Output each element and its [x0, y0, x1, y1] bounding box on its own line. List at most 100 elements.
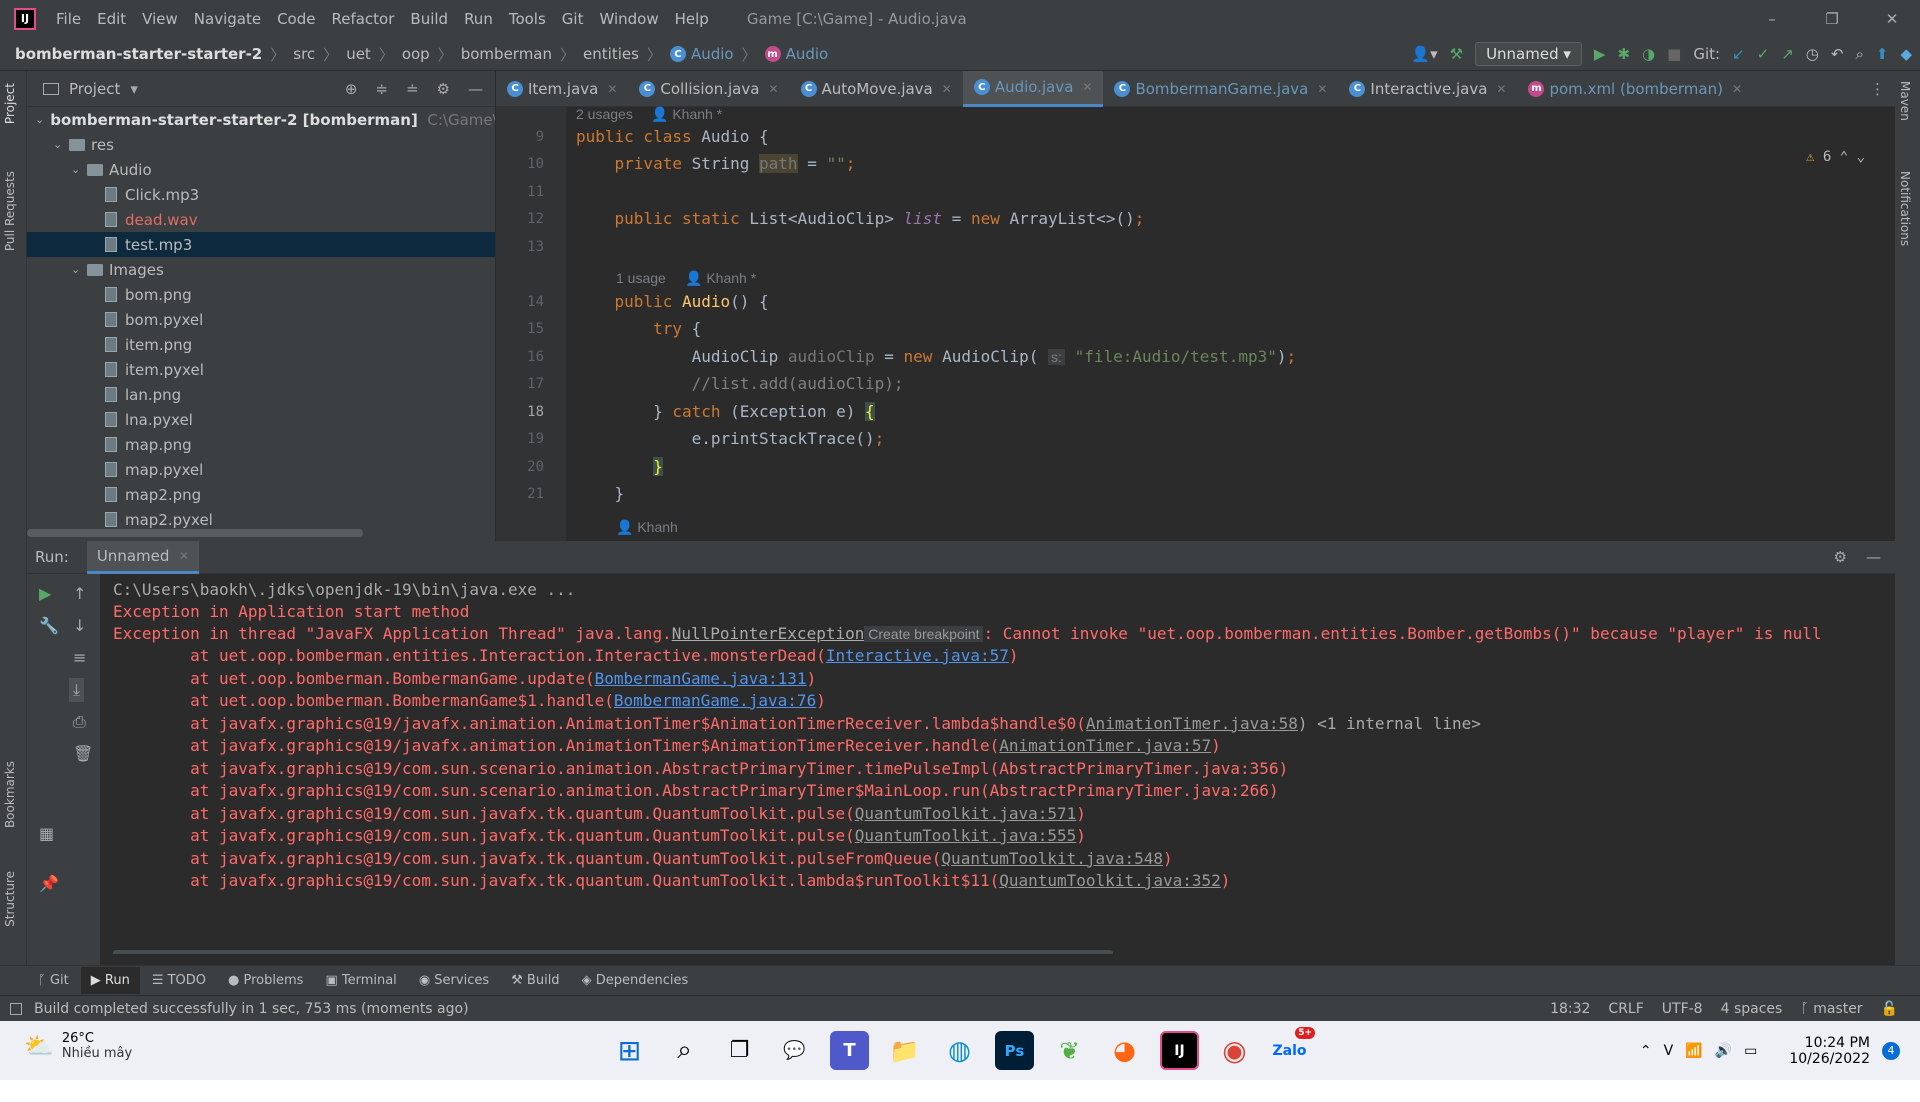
tree-file[interactable]: map.png	[27, 432, 495, 457]
edge-icon[interactable]: ◍	[940, 1031, 979, 1070]
editor-tab[interactable]: C Item.java ✕	[496, 71, 628, 107]
close-icon[interactable]: ✕	[607, 82, 617, 96]
gear-icon[interactable]: ⚙	[437, 80, 450, 98]
up-icon[interactable]: ↑	[73, 584, 86, 603]
rollback-icon[interactable]: ↶	[1831, 45, 1844, 63]
intellij-icon[interactable]: IJ	[1160, 1031, 1199, 1070]
close-icon[interactable]: ✕	[768, 82, 778, 96]
user-icon[interactable]: 👤▾	[1411, 45, 1437, 63]
menu-code[interactable]: Code	[277, 10, 315, 28]
project-tool-tab[interactable]: Project	[3, 83, 17, 124]
tree-file[interactable]: map.pyxel	[27, 457, 495, 482]
breadcrumb-audio-class[interactable]: Audio	[691, 45, 734, 63]
coverage-icon[interactable]: ◑	[1642, 45, 1655, 63]
chrome-icon[interactable]: ◉	[1215, 1031, 1254, 1070]
menu-refactor[interactable]: Refactor	[331, 10, 394, 28]
history-icon[interactable]: ◷	[1806, 45, 1819, 63]
trash-icon[interactable]: 🗑	[73, 744, 93, 763]
source-link[interactable]: AnimationTimer.java:57	[999, 736, 1211, 755]
editor-tab[interactable]: C Interactive.java ✕	[1338, 71, 1517, 107]
close-icon[interactable]: ✕	[1317, 82, 1327, 96]
expand-all-icon[interactable]: ≑	[375, 80, 388, 98]
editor-tab[interactable]: C Collision.java ✕	[628, 71, 789, 107]
git-tab[interactable]: ᚵ Git	[38, 973, 69, 988]
photoshop-icon[interactable]: Ps	[995, 1031, 1034, 1070]
hide-panel-icon[interactable]: —	[1866, 548, 1881, 566]
run-icon[interactable]: ▶	[1594, 45, 1606, 63]
git-branch[interactable]: ᚵ master	[1800, 1001, 1862, 1017]
restore-button[interactable]: ❐	[1812, 0, 1852, 37]
file-explorer-icon[interactable]: 📁	[885, 1031, 924, 1070]
tree-folder[interactable]: ⌄ Audio	[27, 157, 495, 182]
search-icon[interactable]: ⌕	[1855, 45, 1863, 63]
tree-file[interactable]: item.png	[27, 332, 495, 357]
terminal-tab[interactable]: ▣ Terminal	[325, 973, 396, 988]
locate-icon[interactable]: ⊕	[345, 80, 358, 98]
usages-hint[interactable]: 2 usages	[576, 106, 633, 122]
teams-icon[interactable]: T	[830, 1031, 869, 1070]
stop-icon[interactable]: ■	[1667, 45, 1681, 63]
menu-view[interactable]: View	[142, 10, 178, 28]
author-hint[interactable]: 👤 Khanh *	[685, 270, 756, 287]
pull-requests-tool-tab[interactable]: Pull Requests	[3, 171, 17, 251]
create-breakpoint-button[interactable]: Create breakpoint	[864, 626, 984, 642]
tree-file[interactable]: map2.png	[27, 482, 495, 507]
git-push-icon[interactable]: ↗	[1781, 45, 1794, 63]
editor-tab[interactable]: m pom.xml (bomberman) ✕	[1517, 71, 1753, 107]
project-view-select[interactable]: Project	[69, 80, 120, 98]
menu-edit[interactable]: Edit	[97, 10, 126, 28]
menu-git[interactable]: Git	[562, 10, 584, 28]
source-link[interactable]: QuantumToolkit.java:555	[855, 826, 1077, 845]
breadcrumb-src[interactable]: src	[293, 45, 315, 63]
close-icon[interactable]: ✕	[1732, 82, 1742, 96]
notifications-tool-tab[interactable]: Notifications	[1898, 171, 1912, 246]
tree-file[interactable]: dead.wav	[27, 207, 495, 232]
source-link[interactable]: QuantumToolkit.java:548	[941, 849, 1163, 868]
indent-setting[interactable]: 4 spaces	[1721, 1001, 1783, 1017]
run-config-select[interactable]: Unnamed ▾	[1475, 42, 1582, 66]
source-link[interactable]: BombermanGame.java:76	[614, 691, 816, 710]
tree-file[interactable]: Click.mp3	[27, 182, 495, 207]
tree-folder[interactable]: ⌄ Images	[27, 257, 495, 282]
layout-icon[interactable]: ▦	[39, 824, 54, 843]
source-link[interactable]: Interactive.java:57	[826, 646, 1009, 665]
source-link[interactable]: QuantumToolkit.java:571	[855, 804, 1077, 823]
source-link[interactable]: QuantumToolkit.java:352	[999, 871, 1221, 890]
menu-build[interactable]: Build	[410, 10, 448, 28]
debug-icon[interactable]: ✱	[1617, 45, 1630, 63]
status-message[interactable]: Build completed successfully in 1 sec, 7…	[34, 1001, 469, 1017]
tree-file[interactable]: item.pyxel	[27, 357, 495, 382]
tree-root[interactable]: ⌄ bomberman-starter-starter-2 [bomberman…	[27, 107, 495, 132]
maven-tool-tab[interactable]: Maven	[1898, 81, 1912, 121]
search-icon[interactable]: ⌕	[665, 1031, 704, 1070]
editor-tab[interactable]: C BombermanGame.java ✕	[1103, 71, 1338, 107]
services-tab[interactable]: ◉ Services	[419, 973, 489, 988]
breadcrumb-project[interactable]: bomberman-starter-starter-2	[15, 45, 262, 63]
breadcrumb-entities[interactable]: entities	[583, 45, 639, 63]
git-update-icon[interactable]: ↙	[1732, 45, 1745, 63]
close-window-button[interactable]: ✕	[1872, 0, 1912, 37]
battery-icon[interactable]: ▭	[1744, 1043, 1757, 1059]
close-icon[interactable]: ✕	[942, 82, 952, 96]
status-toggle-icon[interactable]	[10, 1002, 22, 1015]
toolbox-icon[interactable]: ◆	[1900, 45, 1912, 63]
task-view-icon[interactable]: ❐	[720, 1031, 759, 1070]
file-encoding[interactable]: UTF-8	[1662, 1001, 1703, 1017]
project-hscrollbar[interactable]	[27, 529, 363, 537]
weather-widget[interactable]: ⛅ 26°C Nhiều mây	[24, 1031, 132, 1061]
menu-navigate[interactable]: Navigate	[194, 10, 261, 28]
pin-icon[interactable]: 📌	[39, 874, 59, 893]
down-icon[interactable]: ↓	[73, 616, 86, 635]
git-commit-icon[interactable]: ✓	[1757, 45, 1770, 63]
tree-file[interactable]: lna.pyxel	[27, 407, 495, 432]
collapse-all-icon[interactable]: ≐	[406, 80, 419, 98]
usages-hint[interactable]: 1 usage	[616, 270, 666, 286]
build-hammer-icon[interactable]: ⚒	[1450, 45, 1463, 63]
wifi-icon[interactable]: 📶	[1685, 1043, 1702, 1059]
breadcrumb-bomberman[interactable]: bomberman	[461, 45, 552, 63]
run-tab[interactable]: ▶ Run	[80, 967, 140, 994]
close-icon[interactable]: ✕	[179, 549, 189, 563]
menu-window[interactable]: Window	[599, 10, 658, 28]
breadcrumb-oop[interactable]: oop	[402, 45, 430, 63]
coccoc-icon[interactable]: ❦	[1050, 1031, 1089, 1070]
